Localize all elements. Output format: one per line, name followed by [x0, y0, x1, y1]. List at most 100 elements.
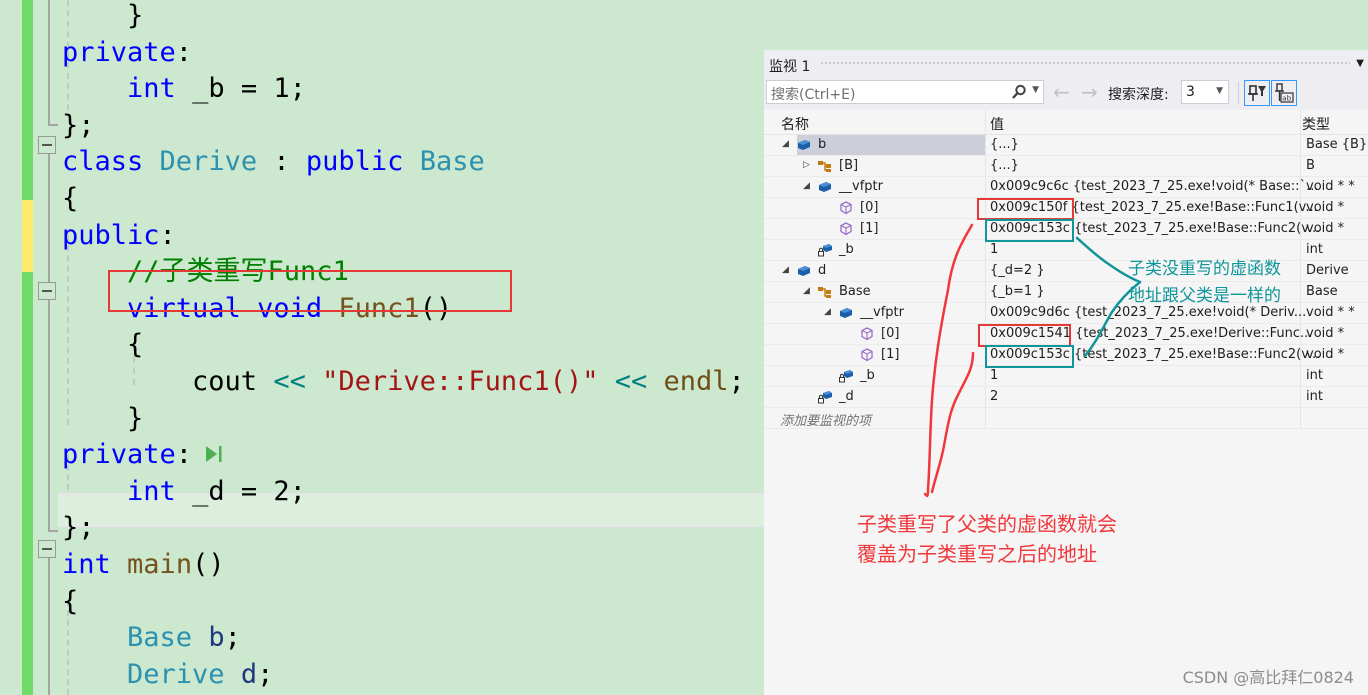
- code-token: int: [127, 475, 176, 507]
- watch-name: _b: [839, 242, 854, 257]
- code-editor[interactable]: } private: int _b = 1;}; class Derive : pu…: [0, 0, 764, 695]
- search-input[interactable]: 搜索(Ctrl+E) ▼: [766, 80, 1044, 104]
- code-line[interactable]: private:: [62, 35, 192, 71]
- watch-title-bar[interactable]: 监视 1 ▼: [764, 50, 1368, 78]
- collapse-func1-button[interactable]: [38, 282, 56, 300]
- watch-type: Base {B}: [1306, 137, 1368, 152]
- code-token: public: [305, 146, 404, 178]
- code-line[interactable]: Derive d;: [62, 657, 273, 693]
- watch-name: [0]: [860, 200, 879, 215]
- collapse-arrow-icon[interactable]: ◢: [824, 307, 831, 317]
- fold-line: [48, 152, 50, 532]
- code-token: }: [62, 402, 144, 434]
- search-next-arrow-icon[interactable]: →: [1081, 80, 1098, 104]
- code-line[interactable]: cout << "Derive::Func1()" << endl;: [62, 364, 745, 400]
- code-line[interactable]: private:: [62, 437, 224, 473]
- code-token: int: [62, 549, 111, 580]
- annotation-red-line1: 子类重写了父类的虚函数就会: [857, 512, 1117, 536]
- window-menu-icon[interactable]: ▼: [1356, 58, 1364, 69]
- code-line[interactable]: int main(): [62, 547, 225, 583]
- watch-value[interactable]: {_b=1 }: [990, 284, 1045, 299]
- code-token: Derive: [159, 146, 258, 178]
- watch-value[interactable]: 0x009c9d6c {test_2023_7_25.exe!void(* De…: [990, 305, 1306, 320]
- code-token: Derive: [127, 658, 225, 690]
- watch-row[interactable]: ◢ b {...} Base {B}: [764, 135, 1368, 156]
- watch-name-cell: [797, 219, 985, 239]
- code-token: <<: [273, 366, 306, 397]
- highlight-box-base-func1-address: [977, 198, 1074, 220]
- watch-value[interactable]: {...}: [990, 137, 1019, 152]
- code-line[interactable]: }: [62, 0, 143, 34]
- code-line[interactable]: public:: [62, 218, 176, 254]
- watch-value[interactable]: 1: [990, 368, 998, 383]
- code-line[interactable]: };: [62, 108, 95, 144]
- collapse-arrow-icon[interactable]: ◢: [782, 139, 789, 149]
- private-field-icon: [817, 243, 833, 257]
- highlight-box-base-func2-address: [985, 219, 1074, 242]
- fold-tick: [48, 124, 58, 126]
- collapse-arrow-icon[interactable]: ◢: [782, 265, 789, 275]
- column-header-name[interactable]: 名称: [781, 114, 809, 134]
- watch-row[interactable]: ▷ [B] {...} B: [764, 156, 1368, 177]
- drag-grip[interactable]: [820, 61, 1350, 66]
- watch-type: void *: [1306, 326, 1345, 341]
- code-token: :: [175, 36, 193, 68]
- code-token: };: [62, 109, 95, 141]
- code-line[interactable]: {: [62, 327, 143, 363]
- highlight-box-derive-func1-address: [978, 324, 1071, 347]
- collapse-main-button[interactable]: [38, 540, 56, 558]
- code-token: ;: [224, 622, 241, 654]
- code-line[interactable]: int _b = 1;: [62, 71, 306, 107]
- column-header-value[interactable]: 值: [990, 114, 1004, 134]
- add-watch-row[interactable]: 添加要监视的项: [764, 408, 1368, 429]
- expand-arrow-icon[interactable]: ▷: [803, 160, 810, 170]
- code-line[interactable]: }: [62, 401, 143, 437]
- watch-value[interactable]: {...}: [990, 158, 1019, 173]
- watch-name-cell: [797, 198, 985, 218]
- code-line[interactable]: class Derive : public Base: [62, 144, 485, 180]
- watch-value[interactable]: 1: [990, 242, 998, 257]
- code-line[interactable]: {: [62, 181, 78, 217]
- search-options-chevron-icon[interactable]: ▼: [1032, 85, 1039, 95]
- watch-value[interactable]: {_d=2 }: [990, 263, 1045, 278]
- watch-type: void *: [1306, 221, 1345, 236]
- code-line[interactable]: Base b;: [62, 620, 241, 656]
- pin-filter-button[interactable]: [1244, 80, 1270, 106]
- watch-type: Base: [1306, 284, 1338, 299]
- watch-name: [B]: [839, 158, 859, 173]
- watch-toolbar: 搜索(Ctrl+E) ▼ ← → 搜索深度: 3 ▼ ab: [764, 78, 1368, 110]
- change-bar-saved: [22, 0, 33, 200]
- code-line[interactable]: int _d = 2;: [62, 474, 306, 510]
- column-header-type[interactable]: 类型: [1302, 114, 1330, 134]
- collapse-class-derive-button[interactable]: [38, 136, 56, 154]
- code-line[interactable]: {: [62, 584, 78, 620]
- watch-name: [0]: [881, 326, 900, 341]
- watch-name: b: [818, 137, 827, 152]
- watch-row[interactable]: _b 1 int: [764, 366, 1368, 387]
- pin-text-button[interactable]: ab: [1271, 80, 1297, 106]
- collapse-arrow-icon[interactable]: ◢: [803, 286, 810, 296]
- object-icon: [796, 138, 812, 152]
- code-line[interactable]: };: [62, 510, 95, 546]
- change-bar-saved: [22, 272, 33, 695]
- search-previous-arrow-icon[interactable]: ←: [1053, 80, 1070, 104]
- watch-type: int: [1306, 242, 1323, 257]
- pointer-icon: [838, 222, 854, 236]
- watch-value[interactable]: 0x009c9c6c {test_2023_7_25.exe!void(* Ba…: [990, 179, 1318, 194]
- watch-row[interactable]: _d 2 int: [764, 387, 1368, 408]
- search-depth-select[interactable]: 3 ▼: [1181, 80, 1229, 104]
- collapse-arrow-icon[interactable]: ◢: [803, 181, 810, 191]
- search-depth-label: 搜索深度:: [1108, 87, 1169, 103]
- watch-value[interactable]: 2: [990, 389, 998, 404]
- code-token: endl: [663, 366, 729, 397]
- watch-row[interactable]: ◢ __vfptr 0x009c9c6c {test_2023_7_25.exe!v…: [764, 177, 1368, 198]
- search-icon[interactable]: [1011, 84, 1027, 104]
- run-to-click-icon[interactable]: [204, 438, 224, 474]
